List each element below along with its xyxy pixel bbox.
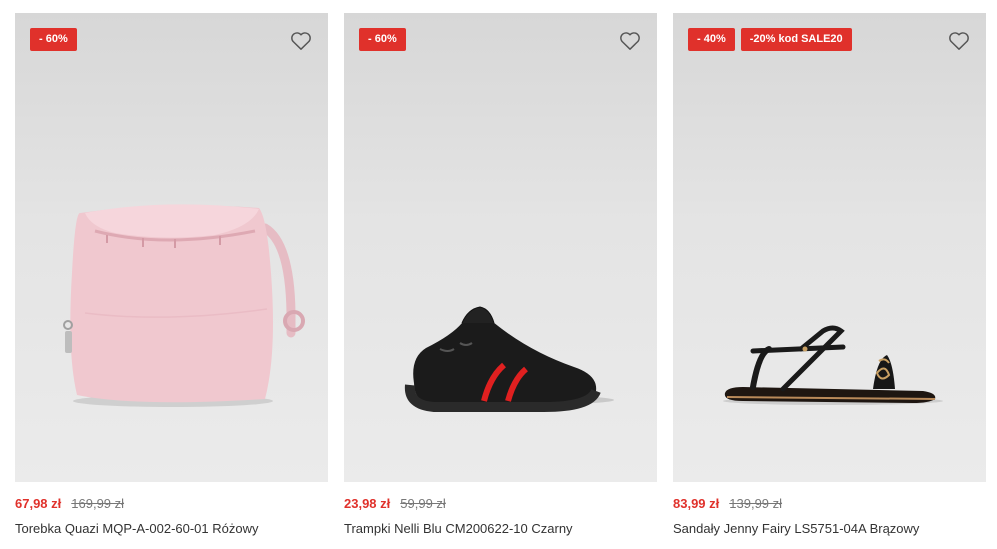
discount-badges: - 60%: [359, 28, 406, 51]
product-grid: - 60% 67,98 zł 169,99 zł Torebka Quazi M…: [15, 13, 986, 536]
price-row: 83,99 zł 139,99 zł: [673, 496, 986, 513]
discount-badges: - 60%: [30, 28, 77, 51]
bucket-bag-image: [63, 204, 305, 407]
heart-icon[interactable]: [948, 31, 970, 51]
sneaker-image: [404, 306, 614, 412]
product-card[interactable]: - 40% -20% kod SALE20 83,99 zł 139,99 zł…: [673, 13, 986, 536]
heart-icon[interactable]: [290, 31, 312, 51]
sandal-image: [723, 325, 943, 405]
sale-price: 83,99 zł: [673, 496, 720, 511]
price-row: 23,98 zł 59,99 zł: [344, 496, 657, 513]
product-name[interactable]: Torebka Quazi MQP-A-002-60-01 Różowy: [15, 521, 328, 536]
discount-badge: - 40%: [688, 28, 735, 51]
sale-price: 67,98 zł: [15, 496, 62, 511]
heart-icon[interactable]: [619, 31, 641, 51]
price-row: 67,98 zł 169,99 zł: [15, 496, 328, 513]
discount-badge: - 60%: [30, 28, 77, 51]
product-card[interactable]: - 60% 67,98 zł 169,99 zł Torebka Quazi M…: [15, 13, 328, 536]
discount-badges: - 40% -20% kod SALE20: [688, 28, 852, 51]
promo-code-badge: -20% kod SALE20: [740, 28, 852, 51]
discount-badge: - 60%: [359, 28, 406, 51]
original-price: 139,99 zł: [729, 496, 783, 511]
product-image[interactable]: - 60%: [344, 13, 657, 482]
product-name[interactable]: Sandały Jenny Fairy LS5751-04A Brązowy: [673, 521, 986, 536]
sale-price: 23,98 zł: [344, 496, 391, 511]
original-price: 169,99 zł: [71, 496, 125, 511]
product-name[interactable]: Trampki Nelli Blu CM200622-10 Czarny: [344, 521, 657, 536]
product-image[interactable]: - 60%: [15, 13, 328, 482]
product-card[interactable]: - 60% 23,98 zł 59,99 zł Trampki Nelli Bl…: [344, 13, 657, 536]
product-image[interactable]: - 40% -20% kod SALE20: [673, 13, 986, 482]
original-price: 59,99 zł: [400, 496, 446, 511]
